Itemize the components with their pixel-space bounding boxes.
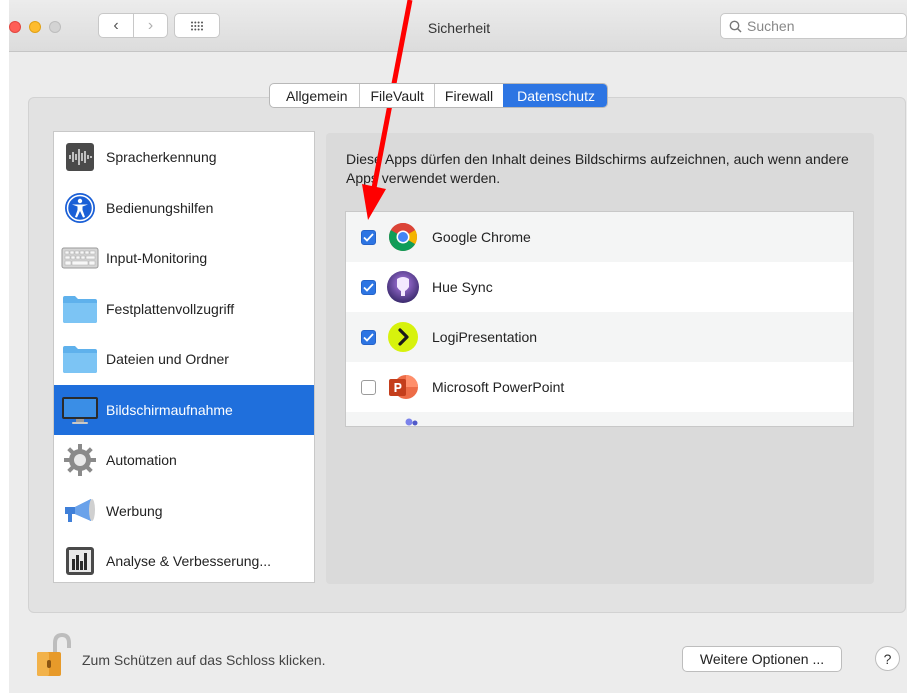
close-window-button[interactable] (9, 21, 21, 33)
tab-datenschutz[interactable]: Datenschutz (503, 84, 607, 107)
forward-button[interactable]: › (133, 14, 167, 37)
minimize-window-button[interactable] (29, 21, 41, 33)
title-bar: ‹ › Sicherheit Suchen (9, 0, 907, 52)
tab-filevault[interactable]: FileVault (359, 84, 433, 107)
chevron-right-icon: › (147, 16, 154, 34)
logipresentation-icon (386, 320, 420, 354)
sidebar-item-bildschirmaufnahme[interactable]: Bildschirmaufnahme (54, 384, 314, 435)
app-checkbox[interactable] (361, 279, 376, 295)
hue-sync-icon (386, 270, 420, 304)
sidebar-item-spracherkennung[interactable]: Spracherkennung (54, 132, 314, 183)
gear-icon (60, 442, 100, 478)
pane-description: Diese Apps dürfen den Inhalt deines Bild… (346, 151, 849, 186)
lock-button[interactable] (35, 632, 71, 681)
app-row-google-chrome[interactable]: Google Chrome (346, 212, 853, 262)
app-row-logipresentation[interactable]: LogiPresentation (346, 312, 853, 362)
tab-bar: Allgemein FileVault Firewall Datenschutz (269, 83, 608, 108)
lock-hint-text: Zum Schützen auf das Schloss klicken. (82, 652, 326, 668)
powerpoint-icon (386, 370, 420, 404)
app-name: Google Chrome (432, 229, 531, 245)
sidebar-item-werbung[interactable]: Werbung (54, 486, 314, 537)
sidebar-item-label: Spracherkennung (106, 149, 217, 166)
keyboard-icon (60, 240, 100, 276)
window-title: Sicherheit (427, 20, 491, 36)
chevron-left-icon: ‹ (113, 16, 119, 34)
app-checkbox[interactable] (361, 329, 376, 345)
sidebar-item-label: Bildschirmaufnahme (106, 401, 233, 418)
unlocked-padlock-icon (37, 632, 71, 676)
checkmark-icon (363, 232, 374, 242)
checkmark-icon (363, 332, 374, 342)
sidebar-item-input-monitoring[interactable]: Input-Monitoring (54, 233, 314, 284)
megaphone-icon (60, 493, 100, 529)
search-placeholder: Suchen (747, 18, 795, 34)
app-row-microsoft-powerpoint[interactable]: Microsoft PowerPoint (346, 362, 853, 412)
help-button[interactable]: ? (875, 646, 900, 671)
search-field[interactable]: Suchen (720, 13, 907, 39)
sidebar-item-label: Festplattenvollzugriff (106, 300, 235, 317)
system-preferences-window: ‹ › Sicherheit Suchen Allgemein FileVaul (9, 0, 907, 693)
sidebar-item-label: Bedienungshilfen (106, 199, 214, 216)
screen-recording-pane: Diese Apps dürfen den Inhalt deines Bild… (326, 133, 874, 584)
folder-icon (60, 291, 100, 327)
sidebar-item-label: Werbung (106, 502, 163, 519)
navigation-buttons: ‹ › (98, 13, 168, 38)
back-button[interactable]: ‹ (99, 14, 133, 37)
sidebar-item-bedienungshilfen[interactable]: Bedienungshilfen (54, 183, 314, 234)
folder-icon (60, 341, 100, 377)
sidebar-item-label: Automation (106, 452, 177, 469)
app-name: Microsoft PowerPoint (432, 379, 565, 395)
display-icon (60, 392, 100, 428)
app-permission-list: Google Chrome Hue Sync LogiPresentation … (345, 211, 854, 427)
checkmark-icon (363, 282, 374, 292)
app-checkbox[interactable] (361, 379, 376, 395)
search-icon (729, 20, 742, 33)
chrome-icon (386, 220, 420, 254)
sidebar-item-label: Analyse & Verbesserung... (106, 553, 271, 570)
more-options-button[interactable]: Weitere Optionen ... (682, 646, 842, 672)
zoom-window-button[interactable] (49, 21, 61, 33)
teams-icon (405, 418, 418, 426)
app-checkbox[interactable] (361, 229, 376, 245)
sidebar-item-analyse[interactable]: Analyse & Verbesserung... (54, 536, 314, 587)
tab-firewall[interactable]: Firewall (433, 84, 503, 107)
app-name: LogiPresentation (432, 329, 538, 345)
app-row-partial (346, 412, 853, 426)
sidebar-item-automation[interactable]: Automation (54, 435, 314, 486)
show-all-button[interactable] (174, 13, 220, 38)
sidebar-item-label: Dateien und Ordner (106, 351, 229, 368)
bar-chart-icon (60, 543, 100, 579)
tab-allgemein[interactable]: Allgemein (270, 84, 359, 107)
sidebar-item-festplattenvollzugriff[interactable]: Festplattenvollzugriff (54, 284, 314, 335)
app-row-hue-sync[interactable]: Hue Sync (346, 262, 853, 312)
waveform-icon (60, 139, 100, 175)
app-name: Hue Sync (432, 279, 493, 295)
sidebar-item-label: Input-Monitoring (106, 250, 208, 267)
accessibility-icon (60, 190, 100, 226)
privacy-category-list: Spracherkennung Bedienungshilfen Input-M… (53, 131, 315, 583)
grid-icon (191, 21, 203, 30)
sidebar-item-dateien-und-ordner[interactable]: Dateien und Ordner (54, 334, 314, 385)
